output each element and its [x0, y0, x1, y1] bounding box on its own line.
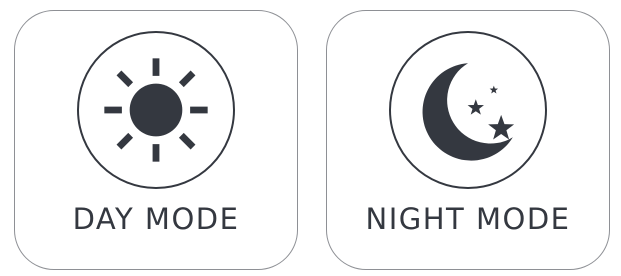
night-mode-label: NIGHT MODE	[365, 202, 571, 236]
night-mode-button[interactable]: NIGHT MODE	[326, 10, 610, 270]
sun-icon	[104, 58, 208, 162]
moon-stars-icon	[422, 63, 515, 161]
day-mode-label: DAY MODE	[72, 202, 240, 236]
day-mode-icon-circle	[77, 31, 235, 189]
day-mode-button[interactable]: DAY MODE	[14, 10, 298, 270]
night-mode-icon-circle	[389, 31, 547, 189]
